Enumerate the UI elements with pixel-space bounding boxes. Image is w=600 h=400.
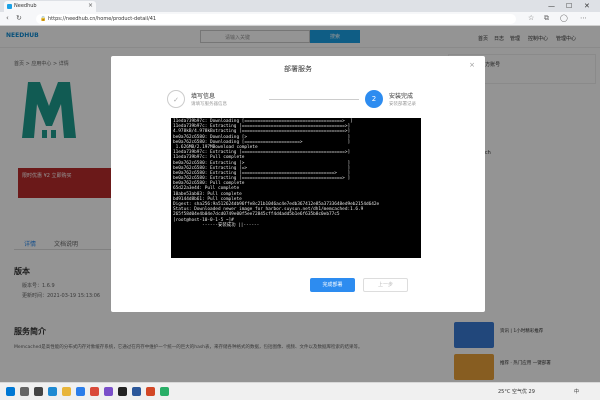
step2-title: 安装完成 (389, 93, 414, 100)
deploy-modal: 部署服务 × ✓ 填写信息 请填写服务器信息 2 安装完成 安装部署记录 11e… (111, 56, 485, 312)
windows-taskbar: 25°C 空气优 29 中 (0, 382, 600, 400)
terminal-output[interactable]: 11eda739b97c: Downloading [=============… (171, 118, 421, 258)
collections-icon[interactable]: ⧉ (544, 14, 549, 23)
chrome-icon[interactable] (90, 387, 99, 396)
favicon-icon (7, 4, 12, 9)
terminal-line: ------安装成功 ||------ (173, 222, 260, 228)
lock-icon: 🔒 (40, 16, 47, 22)
step2-number: 2 (365, 90, 383, 108)
tab-close-icon[interactable]: × (88, 2, 93, 9)
step1-title: 填写信息 (191, 93, 216, 100)
browser-tab-bar: Needhub × — ☐ ✕ (0, 0, 600, 12)
weather-text[interactable]: 25°C 空气优 29 (498, 388, 535, 395)
refresh-icon[interactable]: ↻ (16, 14, 22, 22)
store-icon[interactable] (76, 387, 85, 396)
step-check-icon: ✓ (167, 90, 185, 108)
windows-start-icon[interactable] (6, 387, 15, 396)
back-icon[interactable]: ‹ (6, 14, 9, 22)
step2-desc: 安装部署记录 (389, 102, 416, 107)
step1-desc: 请填写服务器信息 (191, 102, 227, 107)
more-icon[interactable]: ⋯ (580, 14, 587, 22)
edge-icon[interactable] (48, 387, 57, 396)
search-icon[interactable] (20, 387, 29, 396)
url-text: https://needhub.cn/home/product-detail/4… (48, 16, 157, 22)
favorites-icon[interactable]: ☆ (528, 14, 534, 22)
ime-indicator[interactable]: 中 (574, 388, 579, 395)
step-connector (269, 99, 359, 100)
wechat-icon[interactable] (160, 387, 169, 396)
url-field[interactable]: 🔒 https://needhub.cn/home/product-detail… (36, 14, 516, 24)
address-bar: ‹ ↻ 🔒 https://needhub.cn/home/product-de… (0, 12, 600, 26)
previous-step-button[interactable]: 上一步 (363, 278, 408, 292)
finish-deploy-button[interactable]: 完成部署 (310, 278, 355, 292)
word-icon[interactable] (132, 387, 141, 396)
browser-tab[interactable]: Needhub × (4, 1, 96, 12)
minimize-button[interactable]: — (548, 0, 555, 12)
modal-title: 部署服务 (284, 65, 312, 73)
powerpoint-icon[interactable] (146, 387, 155, 396)
close-window-button[interactable]: ✕ (584, 0, 590, 12)
terminal-icon[interactable] (118, 387, 127, 396)
maximize-button[interactable]: ☐ (566, 0, 572, 12)
app-icon[interactable] (104, 387, 113, 396)
folder-icon[interactable] (62, 387, 71, 396)
task-view-icon[interactable] (34, 387, 43, 396)
tab-title: Needhub (14, 3, 37, 9)
profile-icon[interactable]: ◯ (560, 14, 568, 22)
close-icon[interactable]: × (469, 61, 475, 69)
